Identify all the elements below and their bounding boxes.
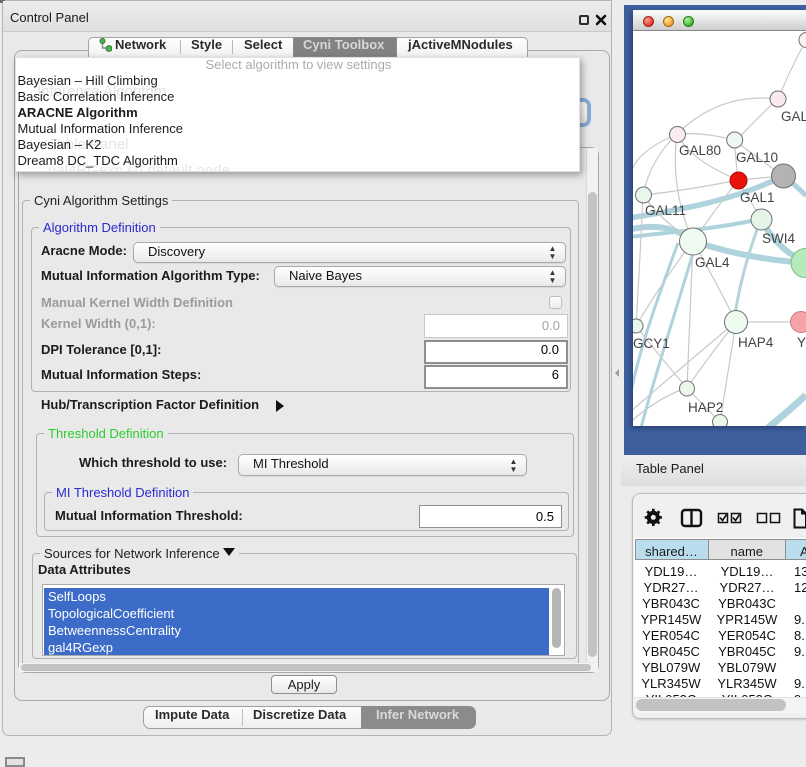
svg-text:GAL10: GAL10	[736, 150, 778, 165]
svg-text:SWI4: SWI4	[762, 231, 795, 246]
svg-text:GCY1: GCY1	[633, 336, 670, 351]
svg-text:GAL11: GAL11	[645, 203, 686, 218]
svg-text:GAL4: GAL4	[695, 255, 730, 270]
svg-text:GAL1: GAL1	[740, 190, 775, 205]
svg-text:Y: Y	[797, 335, 806, 350]
svg-text:HAP2: HAP2	[688, 400, 723, 415]
svg-text:GAL: GAL	[781, 109, 806, 124]
svg-text:GAL80: GAL80	[679, 143, 721, 158]
svg-text:HAP4: HAP4	[738, 335, 774, 350]
